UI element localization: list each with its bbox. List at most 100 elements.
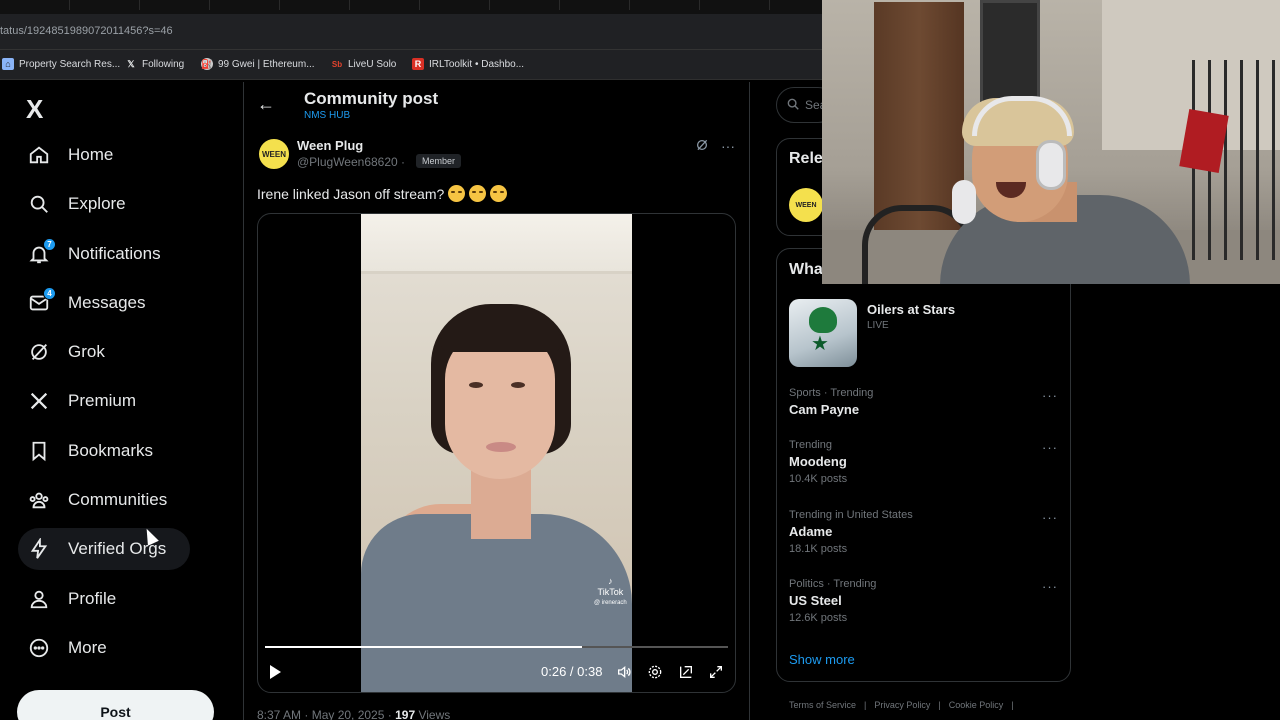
post-button[interactable]: Post: [17, 690, 214, 720]
x-logo-icon[interactable]: X: [26, 94, 43, 125]
picture-in-picture-icon[interactable]: [677, 663, 695, 681]
nav-item-bookmarks[interactable]: Bookmarks: [18, 430, 163, 472]
search-icon: [28, 193, 50, 215]
nav-item-profile[interactable]: Profile: [18, 578, 126, 620]
nav-label: More: [68, 638, 107, 657]
cookie-link[interactable]: Cookie Policy: [949, 700, 1004, 710]
footer-links: Terms of Service | Privacy Policy | Cook…: [789, 700, 1014, 710]
nav-label: Communities: [68, 490, 168, 509]
play-icon[interactable]: [270, 665, 281, 679]
divider: [749, 82, 750, 720]
whats-happening-title: Wha: [789, 261, 823, 278]
video-player[interactable]: ♪ TikTok @ irenerach 0:26 / 0:38: [257, 213, 736, 693]
bookmark-99-gwei[interactable]: ⛽ 99 Gwei | Ethereum...: [201, 58, 315, 70]
video-neck: [471, 469, 531, 539]
headphone-icon: [952, 180, 976, 224]
browser-tab[interactable]: [490, 0, 560, 10]
trend-name: Adame: [789, 524, 833, 539]
community-link[interactable]: NMS HUB: [304, 110, 350, 121]
fullscreen-icon[interactable]: [707, 663, 725, 681]
nav-label: Profile: [68, 589, 117, 608]
views-label: Views: [418, 708, 451, 720]
url-text[interactable]: tatus/1924851989072011456?s=46: [0, 25, 173, 37]
weary-face-emoji-icon: [490, 185, 508, 202]
volume-icon[interactable]: [615, 663, 633, 681]
grok-icon[interactable]: [695, 138, 709, 155]
author-handle[interactable]: @PlugWeen68620 ·: [297, 155, 405, 169]
star-logo-icon: ★: [811, 333, 829, 355]
post-timestamp[interactable]: 8:37 AM · May 20, 2025 ·: [257, 708, 392, 720]
trend-item[interactable]: Trending Moodeng 10.4K posts: [789, 439, 847, 485]
more-options-icon[interactable]: ···: [1042, 388, 1058, 403]
author-avatar[interactable]: WEEN: [257, 137, 291, 171]
live-event-status: LIVE: [867, 320, 889, 331]
settings-gear-icon[interactable]: [646, 663, 664, 681]
nav-item-messages[interactable]: 4 Messages: [18, 282, 155, 324]
browser-tab[interactable]: [700, 0, 770, 10]
video-frame[interactable]: ♪ TikTok @ irenerach: [361, 214, 632, 692]
bookmark-label: Following: [142, 58, 185, 70]
terms-link[interactable]: Terms of Service: [789, 700, 856, 710]
nav-item-communities[interactable]: Communities: [18, 479, 177, 521]
member-badge: Member: [416, 154, 462, 168]
trend-context: Trending: [789, 439, 833, 451]
x-icon: 𝕏: [127, 58, 135, 69]
nav-item-explore[interactable]: Explore: [18, 183, 136, 225]
browser-tab[interactable]: [210, 0, 280, 10]
show-more-link[interactable]: Show more: [789, 652, 855, 667]
trend-item[interactable]: Politics · Trending US Steel 12.6K posts: [789, 578, 876, 624]
browser-tab[interactable]: [280, 0, 350, 10]
browser-tab[interactable]: [420, 0, 490, 10]
bookmark-liveu-solo[interactable]: Sb LiveU Solo: [331, 58, 396, 70]
tiktok-watermark: ♪ TikTok @ irenerach: [594, 576, 627, 609]
bookmark-property-search[interactable]: ⌂ Property Search Res...: [2, 58, 120, 70]
page-title: Community post: [304, 89, 439, 108]
more-options-icon[interactable]: ···: [1042, 510, 1058, 525]
weary-face-emoji-icon: [448, 185, 466, 202]
trend-item[interactable]: Sports · Trending Cam Payne: [789, 387, 873, 417]
privacy-link[interactable]: Privacy Policy: [874, 700, 930, 710]
trend-name: US Steel: [789, 593, 842, 608]
webcam-overlay: [822, 0, 1280, 284]
webcam-door: [874, 2, 964, 232]
video-progress-bar[interactable]: [265, 646, 728, 648]
trend-post-count: 10.4K posts: [789, 473, 848, 485]
browser-tab[interactable]: [0, 0, 70, 10]
nav-item-more[interactable]: More: [18, 627, 117, 669]
post-body: Irene linked Jason off stream?: [257, 185, 445, 202]
live-event-thumbnail[interactable]: ★: [789, 299, 857, 367]
nav-label: Premium: [68, 391, 137, 410]
bookmark-label: IRLToolkit • Dashbo...: [429, 58, 525, 70]
relevant-avatar[interactable]: WEEN: [789, 188, 823, 222]
bookmark-label: 99 Gwei | Ethereum...: [218, 58, 315, 70]
browser-tab[interactable]: [350, 0, 420, 10]
browser-tab[interactable]: [630, 0, 700, 10]
browser-tab[interactable]: [70, 0, 140, 10]
more-options-icon[interactable]: ···: [1042, 579, 1058, 594]
mail-icon: 4: [28, 287, 56, 314]
trend-context: Sports · Trending: [789, 387, 874, 399]
nav-label: Explore: [68, 194, 126, 213]
trend-item[interactable]: Trending in United States Adame 18.1K po…: [789, 509, 913, 555]
bookmark-label: Property Search Res...: [19, 58, 121, 70]
more-options-icon[interactable]: ···: [1042, 440, 1058, 455]
live-event-title[interactable]: Oilers at Stars: [867, 302, 955, 317]
more-options-icon[interactable]: ···: [721, 138, 735, 155]
trend-post-count: 18.1K posts: [789, 543, 848, 555]
house-icon: ⌂: [2, 58, 14, 70]
nav-item-home[interactable]: Home: [18, 134, 123, 176]
nav-item-grok[interactable]: Grok: [18, 331, 115, 373]
back-arrow-icon[interactable]: ←: [257, 94, 275, 115]
lightning-icon: [28, 538, 50, 560]
tiktok-user: @ irenerach: [594, 600, 627, 606]
nav-item-notifications[interactable]: 7 Notifications: [18, 233, 171, 275]
irl-icon: R: [412, 58, 424, 70]
post-meta: 8:37 AM · May 20, 2025 · 197 Views: [257, 708, 450, 720]
nav-item-premium[interactable]: Premium: [18, 380, 146, 422]
author-name[interactable]: Ween Plug: [297, 138, 363, 153]
bookmark-following[interactable]: 𝕏 Following: [125, 58, 184, 70]
browser-tab[interactable]: [140, 0, 210, 10]
nav-item-verified-orgs[interactable]: Verified Orgs: [18, 528, 190, 570]
bookmark-irltoolkit[interactable]: R IRLToolkit • Dashbo...: [412, 58, 524, 70]
browser-tab[interactable]: [560, 0, 630, 10]
